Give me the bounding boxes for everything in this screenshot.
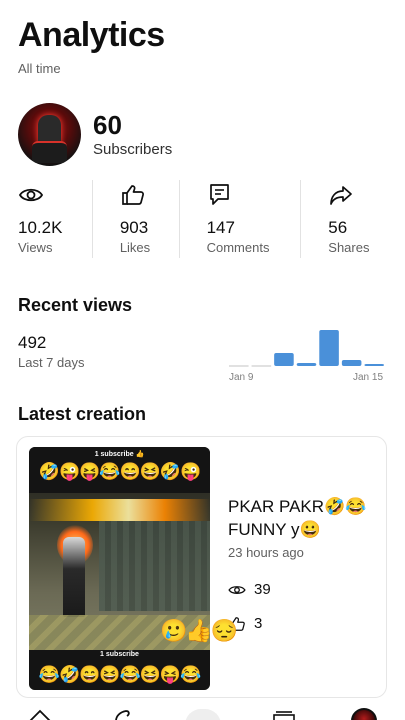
home-icon[interactable] (28, 708, 52, 720)
stat-comments-value: 147 (206, 218, 235, 237)
stat-likes-label: Likes (119, 240, 151, 255)
channel-avatar (18, 103, 81, 166)
profile-avatar[interactable] (351, 708, 377, 720)
video-views: 39 (228, 581, 271, 598)
stat-shares-label: Shares (328, 240, 370, 255)
bottom-navigation (0, 704, 405, 720)
stat-shares[interactable]: 56 Shares (301, 180, 405, 260)
channel-summary: 60 Subscribers (18, 103, 172, 166)
stats-row: 10.2K Views 903 Likes 147 Comments 56 Sh… (0, 180, 405, 260)
thumbnail-character (63, 537, 85, 617)
chart-bar (364, 364, 384, 366)
stat-comments-label: Comments (206, 240, 270, 255)
recent-views-period: Last 7 days (18, 355, 85, 370)
stat-likes[interactable]: 903 Likes (93, 180, 179, 260)
video-thumbnail[interactable]: 1 subscribe 👍 🤣😜😝😂😄😆🤣😜 1 subscribe 😂🤣😄😆😂… (29, 447, 210, 690)
time-range-label[interactable]: All time (18, 61, 61, 76)
recent-views-title: Recent views (18, 295, 133, 315)
subscriber-count: 60 (93, 110, 122, 140)
latest-video-card[interactable]: 1 subscribe 👍 🤣😜😝😂😄😆🤣😜 1 subscribe 😂🤣😄😆😂… (16, 436, 387, 698)
latest-creation-title: Latest creation (18, 404, 147, 424)
reaction-emoji-overlay: 🥲👍😔 (160, 618, 238, 643)
thumbnail-wall (99, 521, 210, 611)
subscriber-label: Subscribers (93, 141, 173, 158)
create-button[interactable] (185, 709, 221, 720)
stat-shares-value: 56 (328, 218, 348, 237)
chart-bar (319, 330, 339, 366)
video-views-count: 39 (254, 581, 271, 598)
thumbnail-emoji-row-top: 🤣😜😝😂😄😆🤣😜 (38, 462, 201, 481)
chart-bar (274, 353, 294, 366)
video-published-time: 23 hours ago (228, 545, 304, 560)
thumbnail-subscribe-tag: 1 subscribe 👍 (94, 451, 145, 458)
chart-end-label: Jan 15 (353, 372, 383, 382)
stat-comments[interactable]: 147 Comments (180, 180, 301, 260)
recent-views-value: 492 (18, 333, 47, 352)
stat-views[interactable]: 10.2K Views (0, 180, 92, 260)
chart-bar (296, 363, 317, 366)
stat-views-label: Views (18, 240, 53, 255)
stat-likes-value: 903 (119, 218, 149, 237)
page-title: Analytics (18, 16, 165, 54)
thumbs-up-icon (121, 185, 144, 205)
shorts-icon[interactable] (110, 708, 134, 720)
stat-views-value: 10.2K (18, 218, 63, 237)
share-icon (330, 186, 353, 205)
eye-icon (18, 188, 44, 202)
subscriptions-icon[interactable] (272, 708, 296, 720)
video-likes-count: 3 (254, 615, 263, 632)
comment-icon (209, 184, 229, 205)
eye-icon (228, 585, 246, 594)
recent-views-chart[interactable]: Jan 9 Jan 15 (229, 326, 387, 382)
video-title[interactable]: PKAR PAKR🤣😂 FUNNY y😀 (228, 495, 378, 541)
thumbnail-flame (29, 499, 210, 521)
thumbnail-emoji-row-bottom: 😂🤣😄😆😂😆😝😂 (38, 665, 201, 684)
chart-bar (341, 360, 362, 366)
chart-start-label: Jan 9 (229, 372, 254, 382)
thumbnail-subscribe-tag-bottom: 1 subscribe (100, 651, 139, 658)
